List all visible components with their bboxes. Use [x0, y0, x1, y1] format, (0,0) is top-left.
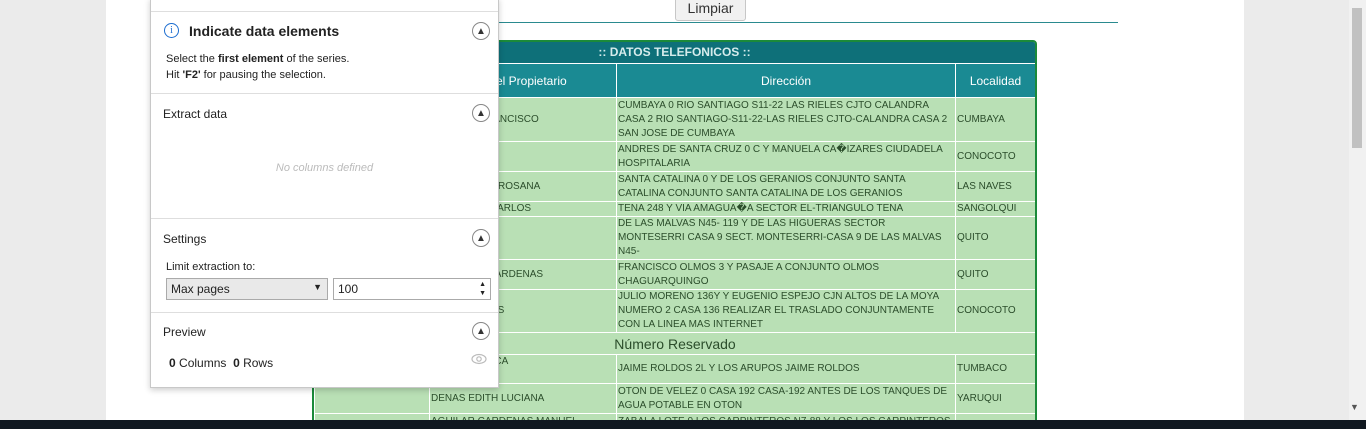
locality-cell: QUITO [955, 259, 1035, 290]
locality-cell: CONOCOTO [955, 141, 1035, 172]
locality-cell: QUITO [955, 216, 1035, 260]
address-cell: OTON DE VELEZ 0 CASA 192 CASA-192 ANTES … [616, 383, 956, 414]
taskbar [0, 420, 1366, 429]
spinner-icon[interactable]: ▲ ▼ [479, 280, 486, 298]
address-cell: SANTA CATALINA 0 Y DE LOS GERANIOS CONJU… [616, 171, 956, 202]
chevron-up-icon[interactable]: ▲ [472, 322, 490, 340]
clear-button[interactable]: Limpiar [675, 0, 746, 21]
limit-label: Limit extraction to: [166, 261, 256, 273]
address-cell: ANDRES DE SANTA CRUZ 0 C Y MANUELA CA�IZ… [616, 141, 956, 172]
preview-section: Preview ▲ 0 Columns 0 Rows [151, 312, 498, 388]
address-cell: DE LAS MALVAS N45- 119 Y DE LAS HIGUERAS… [616, 216, 956, 260]
dropdown-arrow-icon: ▼ [313, 282, 322, 292]
preview-counts: 0 Columns 0 Rows [169, 356, 274, 370]
info-icon: i [164, 23, 179, 38]
locality-cell: CUMBAYA [955, 97, 1035, 142]
data-extraction-panel: i Indicate data elements ▲ Select the fi… [150, 0, 499, 388]
table-row: DENAS EDITH LUCIANA OTON DE VELEZ 0 CASA… [314, 383, 1035, 414]
column-header-address: Dirección [616, 63, 956, 98]
indicate-section: i Indicate data elements ▲ Select the fi… [151, 11, 498, 93]
divider [470, 22, 1118, 23]
indicate-instruction-1: Select the first element of the series. [166, 53, 350, 65]
eye-icon[interactable] [471, 353, 487, 365]
preview-title: Preview [163, 325, 206, 339]
limit-number-input[interactable]: 100 ▲ ▼ [333, 278, 491, 300]
scroll-down-arrow-icon[interactable]: ▼ [1350, 402, 1359, 412]
address-cell: CUMBAYA 0 RIO SANTIAGO S11-22 LAS RIELES… [616, 97, 956, 142]
limit-number-value: 100 [338, 282, 359, 296]
chevron-up-icon[interactable]: ▲ [472, 22, 490, 40]
column-header-locality: Localidad [955, 63, 1035, 98]
indicate-instruction-2: Hit 'F2' for pausing the selection. [166, 69, 326, 81]
chevron-up-icon[interactable]: ▲ [472, 104, 490, 122]
scrollbar-thumb[interactable] [1352, 8, 1362, 148]
locality-cell: LAS NAVES [955, 171, 1035, 202]
phone-cell [314, 383, 430, 414]
chevron-up-icon[interactable]: ▲ [472, 229, 490, 247]
limit-type-select[interactable]: Max pages ▼ [166, 278, 328, 300]
extract-title: Extract data [163, 107, 228, 121]
locality-cell: YARUQUI [955, 383, 1035, 414]
settings-title: Settings [163, 232, 207, 246]
locality-cell: CONOCOTO [955, 289, 1035, 333]
extract-section: Extract data ▲ No columns defined [151, 93, 498, 218]
indicate-title: Indicate data elements [189, 23, 340, 39]
locality-cell: TUMBACO [955, 354, 1035, 384]
address-cell: JULIO MORENO 136Y Y EUGENIO ESPEJO CJN A… [616, 289, 956, 333]
limit-type-value: Max pages [171, 282, 230, 296]
address-cell: FRANCISCO OLMOS 3 Y PASAJE A CONJUNTO OL… [616, 259, 956, 290]
address-cell: JAIME ROLDOS 2L Y LOS ARUPOS JAIME ROLDO… [616, 354, 956, 384]
no-columns-message: No columns defined [275, 162, 374, 174]
locality-cell: SANGOLQUI [955, 201, 1035, 217]
owner-cell: DENAS EDITH LUCIANA [429, 383, 617, 414]
address-cell: TENA 248 Y VIA AMAGUA�A SECTOR EL-TRIANG… [616, 201, 956, 217]
